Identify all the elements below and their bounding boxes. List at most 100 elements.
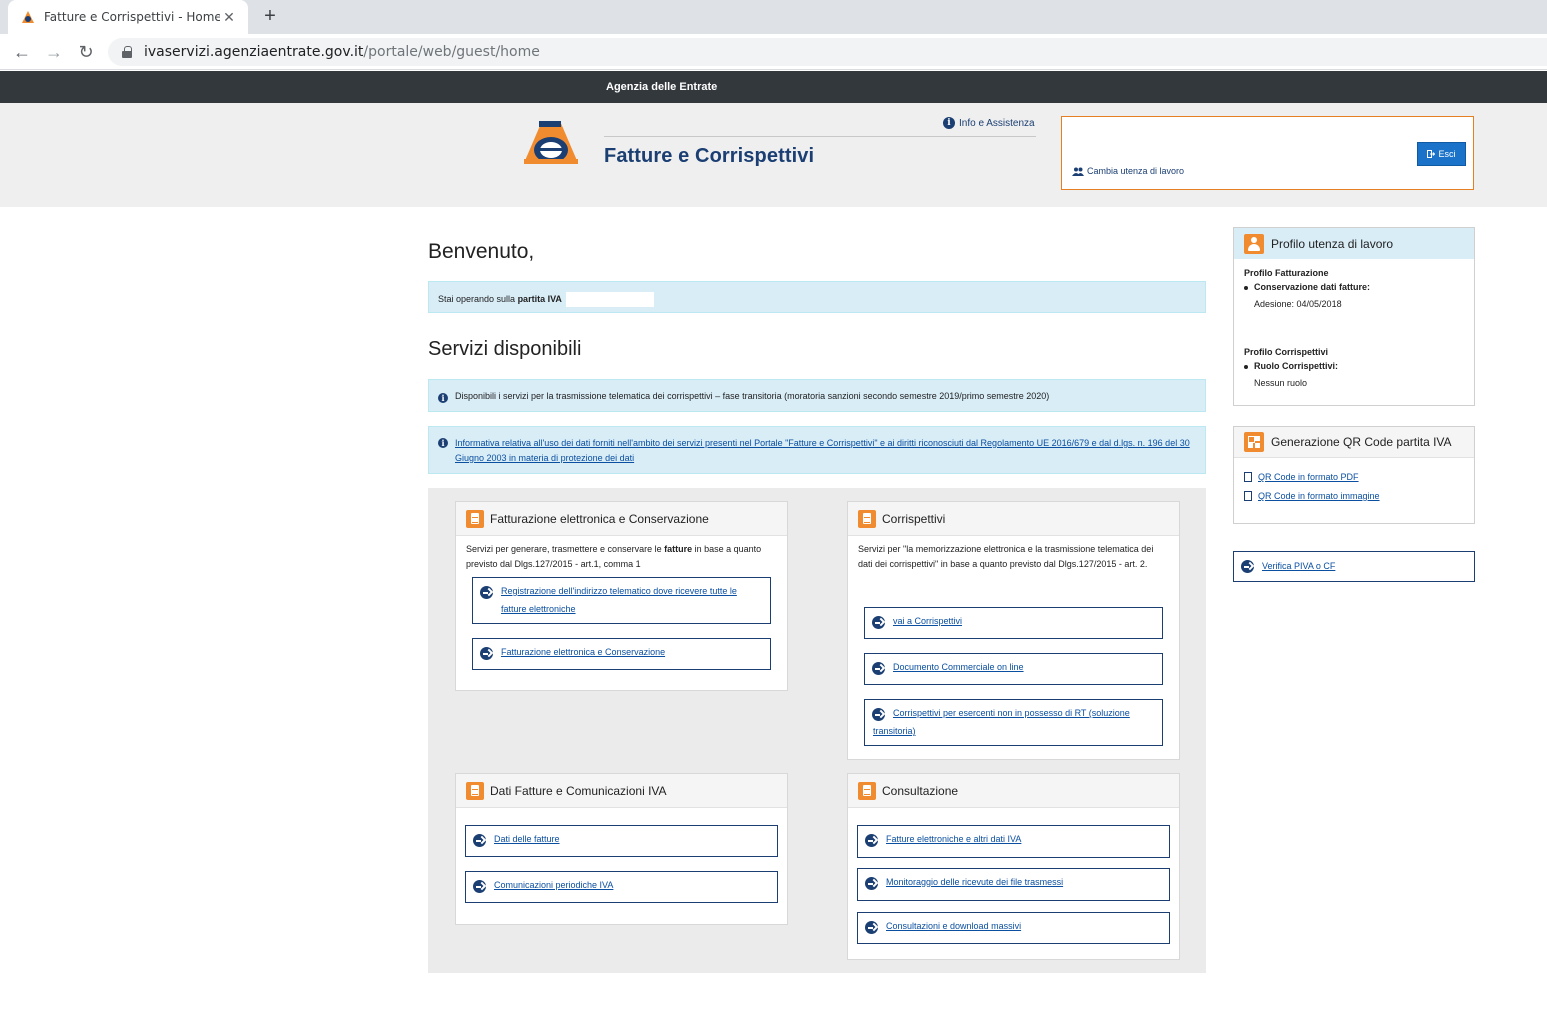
profilo-body: Profilo Fatturazione Conservazione dati … (1234, 259, 1474, 397)
info-icon: i (438, 393, 448, 403)
corrispettivi-notice-text: Disponibili i servizi per la trasmission… (455, 391, 1050, 401)
qr-title: Generazione QR Code partita IVA (1271, 435, 1452, 449)
user-icon (1244, 233, 1264, 254)
agenzia-logo-icon[interactable] (522, 117, 580, 169)
info-assistenza-label: Info e Assistenza (959, 117, 1035, 129)
users-icon (1072, 167, 1084, 176)
panel-title: Dati Fatture e Comunicazioni IVA (490, 783, 667, 798)
qr-pdf-link[interactable]: QR Code in formato PDF (1244, 472, 1464, 482)
user-box: Esci Cambia utenza di lavoro (1061, 116, 1474, 190)
fatturazione-conservazione-button[interactable]: Fatturazione elettronica e Conservazione (472, 638, 771, 670)
panel-description: Servizi per generare, trasmettere e cons… (466, 544, 762, 569)
forward-icon[interactable]: → (42, 40, 66, 64)
profilo-panel: Profilo utenza di lavoro Profilo Fattura… (1233, 227, 1475, 406)
arrow-right-icon (480, 586, 493, 599)
verifica-piva-link[interactable]: Verifica PIVA o CF (1262, 561, 1335, 571)
browser-tab[interactable]: Fatture e Corrispettivi - Home ✕ (8, 0, 248, 34)
tab-title: Fatture e Corrispettivi - Home (44, 10, 220, 24)
cambia-utenza-label: Cambia utenza di lavoro (1087, 166, 1185, 176)
document-icon (466, 509, 484, 528)
agenzia-favicon-icon (20, 9, 36, 25)
vai-corrispettivi-button[interactable]: vai a Corrispettivi (864, 607, 1163, 639)
piva-alert: Stai operando sulla partita IVA (428, 281, 1206, 313)
header-divider (604, 136, 1036, 137)
privacy-notice: i Informativa relativa all'uso dei dati … (428, 426, 1206, 474)
arrow-right-icon (872, 616, 885, 629)
profilo-title: Profilo utenza di lavoro (1271, 236, 1394, 251)
file-pdf-icon (1244, 472, 1252, 482)
browser-toolbar: ← → ↻ ivaservizi.agenziaentrate.gov.it/p… (0, 34, 1547, 70)
qr-body: QR Code in formato PDF QR Code in format… (1234, 458, 1474, 519)
qr-panel: Generazione QR Code partita IVA QR Code … (1233, 426, 1475, 524)
reload-icon[interactable]: ↻ (74, 40, 98, 64)
esci-label: Esci (1438, 149, 1456, 159)
info-assistenza-link[interactable]: i Info e Assistenza (943, 117, 1035, 129)
address-bar[interactable]: ivaservizi.agenziaentrate.gov.it/portale… (108, 38, 1547, 66)
piva-redacted-value (566, 292, 655, 307)
profilo-fatturazione-title: Profilo Fatturazione (1244, 268, 1329, 278)
document-icon (858, 781, 876, 800)
piva-label: partita IVA (517, 293, 562, 304)
esci-button[interactable]: Esci (1417, 142, 1466, 166)
monitoraggio-ricevute-button[interactable]: Monitoraggio delle ricevute dei file tra… (857, 868, 1170, 901)
arrow-right-icon (865, 877, 878, 890)
corrispettivi-notice: i Disponibili i servizi per la trasmissi… (428, 379, 1206, 412)
arrow-right-icon (473, 834, 486, 847)
browser-tabstrip: Fatture e Corrispettivi - Home ✕ + (0, 0, 1547, 34)
conservazione-item: Conservazione dati fatture: (1244, 282, 1464, 292)
panel-consultazione: Consultazione Fatture elettroniche e alt… (847, 773, 1180, 960)
arrow-right-icon (480, 647, 493, 660)
document-icon (858, 509, 876, 528)
new-tab-icon[interactable]: + (258, 5, 282, 29)
ruolo-value: Nessun ruolo (1254, 378, 1308, 388)
panel-corrispettivi: Corrispettivi Servizi per "la memorizzaz… (847, 501, 1180, 760)
profilo-corrispettivi-title: Profilo Corrispettivi (1244, 347, 1329, 357)
info-icon: i (943, 117, 955, 129)
fatture-altri-dati-button[interactable]: Fatture elettroniche e altri dati IVA (857, 825, 1170, 858)
file-image-icon (1244, 491, 1252, 501)
site-title: Fatture e Corrispettivi (604, 145, 815, 167)
back-icon[interactable]: ← (10, 40, 34, 64)
arrow-right-icon (1241, 560, 1254, 573)
documento-commerciale-button[interactable]: Documento Commerciale on line (864, 653, 1163, 685)
qr-image-link[interactable]: QR Code in formato immagine (1244, 491, 1464, 501)
panel-header: Dati Fatture e Comunicazioni IVA (456, 774, 787, 808)
info-icon: i (438, 438, 448, 448)
panel-fatturazione: Fatturazione elettronica e Conservazione… (455, 501, 788, 691)
registrazione-indirizzo-button[interactable]: Registrazione dell'indirizzo telematico … (472, 577, 771, 624)
panel-title: Consultazione (882, 783, 959, 798)
adesione-value: Adesione: 04/05/2018 (1254, 299, 1342, 309)
ruolo-item: Ruolo Corrispettivi: (1244, 361, 1464, 371)
panel-title: Corrispettivi (882, 511, 946, 526)
profilo-header: Profilo utenza di lavoro (1234, 228, 1474, 259)
lock-icon[interactable] (122, 46, 132, 58)
corrispettivi-esercenti-button[interactable]: Corrispettivi per esercenti non in posse… (864, 699, 1163, 746)
panel-title: Fatturazione elettronica e Conservazione (490, 511, 709, 526)
arrow-right-icon (865, 834, 878, 847)
privacy-informativa-link[interactable]: Informativa relativa all'uso dei dati fo… (455, 436, 1196, 464)
site-topbar: Agenzia delle Entrate (0, 71, 1547, 103)
arrow-right-icon (872, 708, 885, 721)
arrow-right-icon (872, 662, 885, 675)
cambia-utenza-link[interactable]: Cambia utenza di lavoro (1072, 166, 1184, 176)
servizi-heading: Servizi disponibili (428, 338, 582, 360)
site-header: Fatture e Corrispettivi i Info e Assiste… (0, 103, 1547, 207)
panel-header: Fatturazione elettronica e Conservazione (456, 502, 787, 536)
url-text: ivaservizi.agenziaentrate.gov.it/portale… (144, 44, 540, 60)
close-tab-icon[interactable]: ✕ (220, 9, 238, 26)
panel-description: Servizi per "la memorizzazione elettroni… (858, 544, 1154, 569)
verifica-piva-button[interactable]: Verifica PIVA o CF (1233, 551, 1475, 582)
document-icon (466, 781, 484, 800)
panel-header: Corrispettivi (848, 502, 1179, 536)
dati-fatture-button[interactable]: Dati delle fatture (465, 825, 778, 857)
arrow-right-icon (865, 921, 878, 934)
welcome-heading: Benvenuto, (428, 240, 535, 263)
arrow-right-icon (473, 880, 486, 893)
qr-code-icon (1244, 432, 1264, 452)
panel-dati-fatture: Dati Fatture e Comunicazioni IVA Dati de… (455, 773, 788, 925)
panel-header: Consultazione (848, 774, 1179, 808)
sign-out-icon (1427, 150, 1436, 158)
download-massivi-button[interactable]: Consultazioni e download massivi (857, 912, 1170, 944)
qr-header: Generazione QR Code partita IVA (1234, 427, 1474, 458)
comunicazioni-iva-button[interactable]: Comunicazioni periodiche IVA (465, 871, 778, 903)
